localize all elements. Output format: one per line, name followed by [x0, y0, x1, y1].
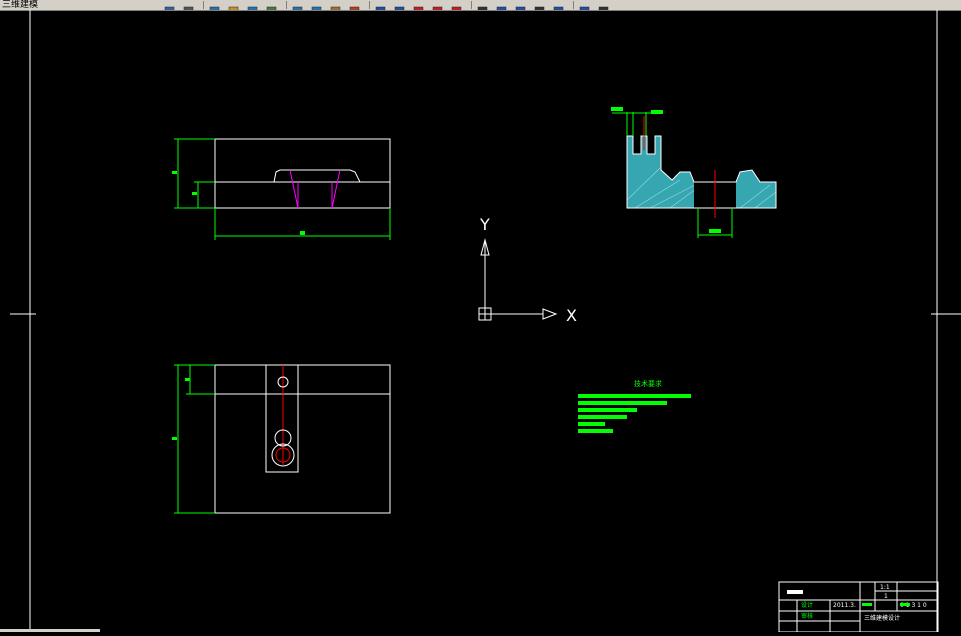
- new-icon[interactable]: [208, 0, 221, 10]
- undo-icon[interactable]: [291, 0, 304, 10]
- layers-manager-icon[interactable]: [578, 0, 591, 10]
- title-block-design-label: 设计: [801, 601, 813, 609]
- grid-icon[interactable]: [533, 0, 546, 10]
- ucs-x-label: X: [566, 306, 577, 325]
- open-icon[interactable]: [227, 0, 240, 10]
- title-block-date: 2011.3.: [833, 602, 856, 609]
- zoom-window-icon[interactable]: [431, 0, 444, 10]
- drawing-canvas[interactable]: Y X 技术要求 设计 审核 2011.3. 1:1 1 0 1 3 1 0 三…: [0, 10, 961, 633]
- print-icon[interactable]: [182, 0, 195, 10]
- tech-req-title: 技术要求: [634, 379, 662, 388]
- toolbar-separator: [203, 1, 204, 9]
- table-icon[interactable]: [514, 0, 527, 10]
- drawing-border: [10, 10, 961, 632]
- title-block-part-name: 三维建模设计: [864, 614, 900, 622]
- link-icon[interactable]: [265, 0, 278, 10]
- title-block-check-label: 审核: [801, 612, 813, 620]
- zoom-previous-icon[interactable]: [450, 0, 463, 10]
- save-icon[interactable]: [163, 0, 176, 10]
- ucs-icon: [478, 238, 558, 321]
- ucs-y-label: Y: [479, 215, 490, 234]
- help-icon[interactable]: [552, 0, 565, 10]
- technical-requirements: 技术要求: [578, 379, 691, 433]
- properties-icon[interactable]: [246, 0, 259, 10]
- section-view: [611, 107, 777, 238]
- brush-icon[interactable]: [348, 0, 361, 10]
- pan-icon[interactable]: [393, 0, 406, 10]
- layer-icon[interactable]: [374, 0, 387, 10]
- toolbar-separator: [369, 1, 370, 9]
- paste-icon[interactable]: [329, 0, 342, 10]
- title-block-scale: 1:1: [880, 584, 890, 591]
- window-title: 三维建模: [2, 0, 39, 10]
- calculator-icon[interactable]: [495, 0, 508, 10]
- front-view: [172, 138, 391, 240]
- toolbar-separator: [573, 1, 574, 9]
- toolbar-separator: [286, 1, 287, 9]
- more-icon[interactable]: [597, 0, 610, 10]
- title-block-sheet: 1: [884, 593, 888, 600]
- top-view: [172, 364, 391, 514]
- redo-icon[interactable]: [310, 0, 323, 10]
- text-style-icon[interactable]: [476, 0, 489, 10]
- zoom-realtime-icon[interactable]: [412, 0, 425, 10]
- toolbar-separator: [471, 1, 472, 9]
